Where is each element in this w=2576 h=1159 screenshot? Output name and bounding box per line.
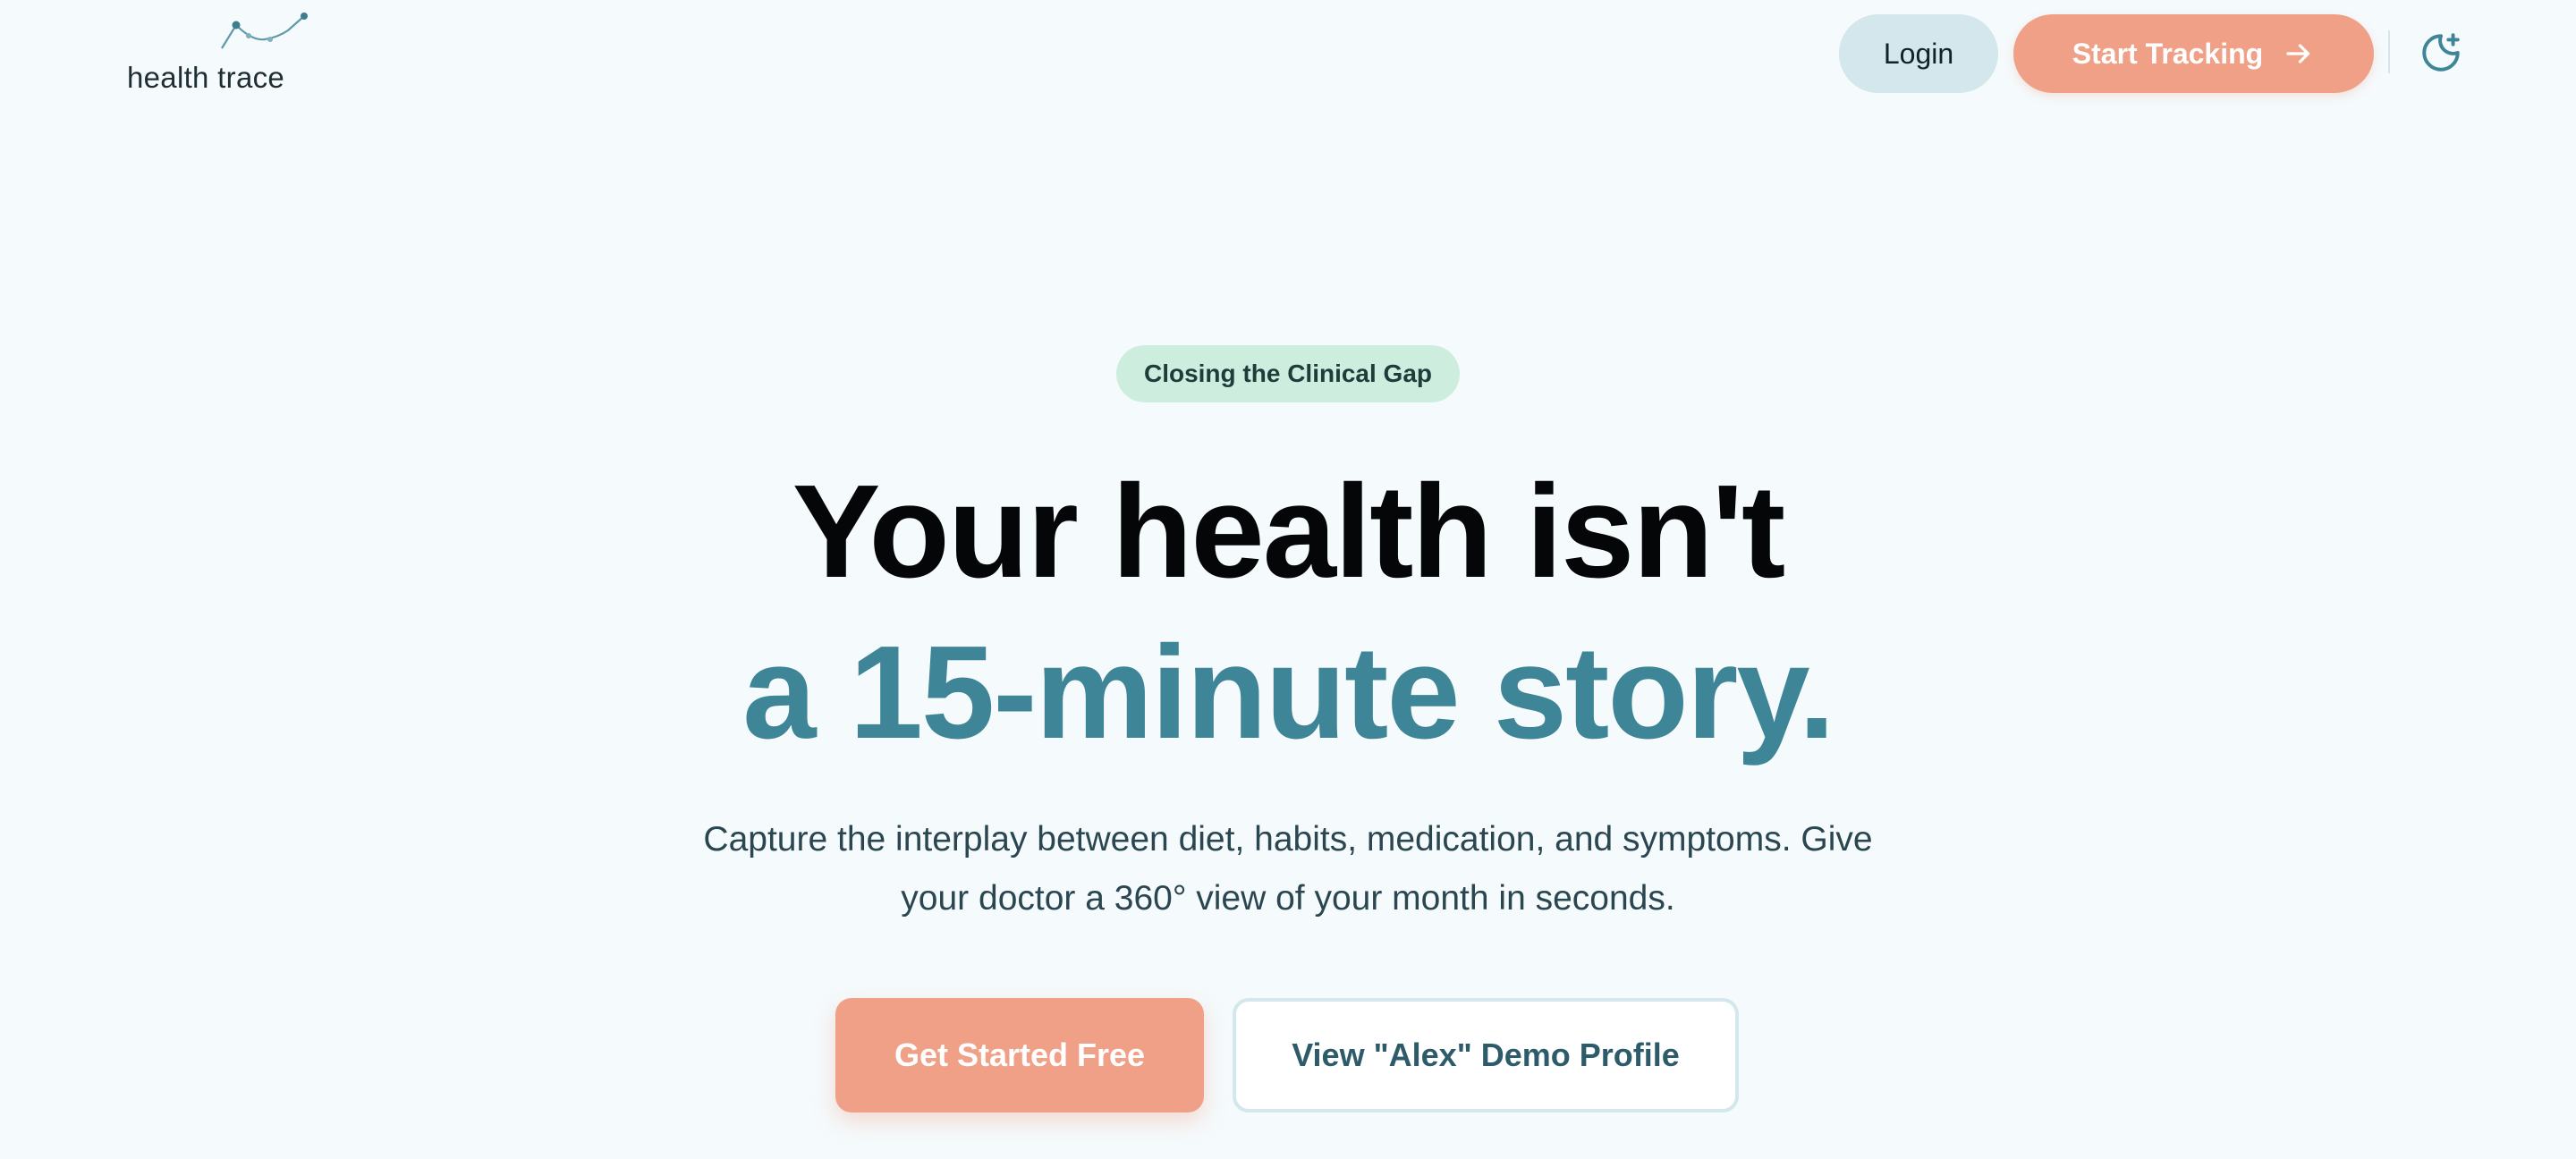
headline-line-1: Your health isn't	[792, 458, 1786, 605]
header-divider	[2388, 30, 2390, 73]
arrow-right-icon	[2286, 44, 2310, 63]
start-tracking-label: Start Tracking	[2072, 37, 2264, 70]
hero-subtext: Capture the interplay between diet, habi…	[703, 820, 1873, 918]
site-header: health trace Login Start Tracking	[0, 0, 2576, 107]
logo[interactable]: health trace	[127, 13, 308, 94]
headline-line-2: a 15-minute story.	[742, 619, 1835, 766]
get-started-button[interactable]: Get Started Free	[835, 998, 1204, 1112]
logo-chart-icon	[221, 13, 308, 49]
moon-star-icon[interactable]	[2419, 30, 2463, 75]
login-button[interactable]: Login	[1839, 14, 1998, 93]
view-demo-profile-button[interactable]: View "Alex" Demo Profile	[1233, 998, 1739, 1112]
hero-badge: Closing the Clinical Gap	[1116, 345, 1460, 402]
logo-text: health trace	[127, 61, 285, 94]
start-tracking-button[interactable]: Start Tracking	[2013, 14, 2374, 93]
